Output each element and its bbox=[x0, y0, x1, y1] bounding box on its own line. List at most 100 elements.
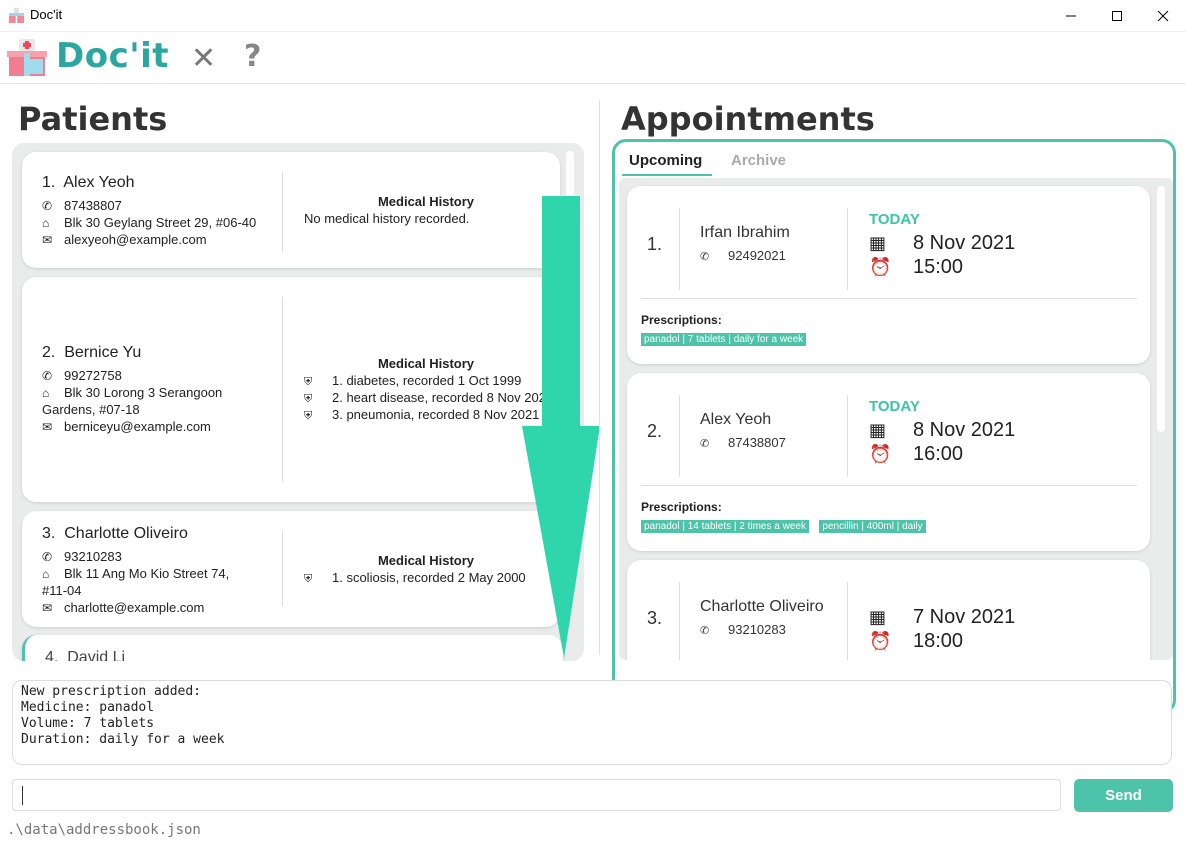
shield-icon: ⛨ bbox=[304, 573, 313, 585]
prescription-chip: pencillin | 400ml | daily bbox=[819, 520, 926, 533]
patient-name: 3. Charlotte Oliveiro bbox=[42, 525, 188, 542]
close-window-button[interactable] bbox=[1140, 0, 1186, 31]
patient-address: ⌂ Blk 11 Ang Mo Kio Street 74, bbox=[42, 566, 230, 581]
prescription-chip: panadol | 7 tablets | daily for a week bbox=[641, 333, 807, 346]
card-divider bbox=[679, 395, 680, 477]
tab-upcoming[interactable]: Upcoming bbox=[629, 152, 702, 169]
close-icon bbox=[1157, 10, 1169, 21]
shield-icon: ⛨ bbox=[304, 393, 313, 405]
phone-icon: ✆ bbox=[700, 251, 710, 263]
patient-card[interactable]: 3. Charlotte Oliveiro ✆ 93210283 ⌂ Blk 11 … bbox=[22, 511, 560, 627]
medical-history-title: Medical History bbox=[377, 553, 475, 568]
appointment-date: ▦ 8 Nov 2021 bbox=[869, 419, 1016, 441]
appointment-phone: ✆ 92492021 bbox=[700, 248, 786, 263]
app-icon bbox=[9, 8, 24, 23]
window-title: Doc'it bbox=[30, 7, 63, 22]
home-icon: ⌂ bbox=[42, 386, 50, 400]
card-divider bbox=[641, 485, 1137, 486]
maximize-button[interactable] bbox=[1094, 0, 1140, 31]
appointment-list-scrollbar[interactable] bbox=[1157, 186, 1165, 432]
medical-history-item: ⛨ 1. diabetes, recorded 1 Oct 1999 bbox=[304, 373, 522, 388]
appointment-phone: ✆ 87438807 bbox=[700, 435, 786, 450]
patient-phone: ✆ 99272758 bbox=[42, 368, 122, 383]
alarm-clock-icon: ⏰ bbox=[869, 444, 892, 464]
email-icon: ✉ bbox=[42, 420, 53, 434]
medical-history-item: ⛨ 2. heart disease, recorded 8 Nov 2021 bbox=[304, 390, 554, 405]
appointment-card[interactable]: 1. Irfan Ibrahim ✆ 92492021 TODAY ▦ 8 Nov … bbox=[627, 186, 1150, 364]
patient-address: ⌂ Blk 30 Lorong 3 Serangoon bbox=[42, 385, 223, 400]
toolbar: Doc'it ✕ ? bbox=[0, 31, 1186, 84]
patient-card[interactable]: 2. Bernice Yu ✆ 99272758 ⌂ Blk 30 Lorong 3… bbox=[22, 277, 560, 502]
patient-name: 1. Alex Yeoh bbox=[42, 174, 135, 191]
email-icon: ✉ bbox=[42, 601, 53, 615]
text-cursor bbox=[22, 786, 23, 805]
appointment-card[interactable]: 2. Alex Yeoh ✆ 87438807 TODAY ▦ 8 Nov 2021… bbox=[627, 373, 1150, 551]
medical-history-title: Medical History bbox=[377, 356, 475, 371]
status-bar-file-path: .\data\addressbook.json bbox=[7, 822, 201, 838]
phone-icon: ✆ bbox=[42, 550, 53, 564]
patient-card[interactable]: 1. Alex Yeoh ✆ 87438807 ⌂ Blk 30 Geylang S… bbox=[22, 152, 560, 268]
appointment-phone: ✆ 93210283 bbox=[700, 622, 786, 637]
phone-icon: ✆ bbox=[42, 199, 53, 213]
result-text: New prescription added: Medicine: panado… bbox=[21, 684, 225, 747]
medical-history-item: ⛨ 1. scoliosis, recorded 2 May 2000 bbox=[304, 570, 526, 585]
patient-email: ✉ charlotte@example.com bbox=[42, 600, 205, 615]
prescriptions-title: Prescriptions: bbox=[641, 500, 722, 514]
appointments-title: Appointments bbox=[621, 100, 875, 138]
appointment-list[interactable]: 1. Irfan Ibrahim ✆ 92492021 TODAY ▦ 8 Nov … bbox=[619, 178, 1173, 660]
medical-history-title: Medical History bbox=[377, 194, 475, 209]
logo-icon bbox=[7, 39, 47, 76]
card-divider bbox=[847, 208, 848, 290]
calendar-icon: ▦ bbox=[869, 607, 887, 627]
prescription-list: panadol | 7 tablets | daily for a week bbox=[641, 329, 812, 347]
card-divider bbox=[679, 208, 680, 290]
minimize-icon bbox=[1066, 15, 1076, 16]
card-divider bbox=[847, 395, 848, 477]
medical-history-empty: No medical history recorded. bbox=[304, 211, 470, 226]
calendar-icon: ▦ bbox=[869, 420, 887, 440]
appointment-card[interactable]: 3. Charlotte Oliveiro ✆ 93210283 ▦ 7 Nov 2… bbox=[627, 560, 1150, 660]
patient-name: 4. David Li bbox=[45, 649, 126, 661]
card-divider bbox=[282, 172, 283, 252]
card-divider bbox=[282, 531, 283, 606]
appointment-date: ▦ 8 Nov 2021 bbox=[869, 232, 1016, 254]
appointment-patient-name: Charlotte Oliveiro bbox=[700, 598, 824, 615]
patient-list[interactable]: 1. Alex Yeoh ✆ 87438807 ⌂ Blk 30 Geylang S… bbox=[12, 143, 584, 661]
appointment-patient-name: Alex Yeoh bbox=[700, 411, 772, 428]
alarm-clock-icon: ⏰ bbox=[869, 631, 892, 651]
phone-icon: ✆ bbox=[700, 438, 710, 450]
exit-button[interactable]: ✕ bbox=[191, 41, 216, 76]
appointment-patient-name: Irfan Ibrahim bbox=[700, 224, 790, 241]
today-badge: TODAY bbox=[869, 398, 920, 415]
patient-card[interactable]: 4. David Li bbox=[22, 635, 563, 661]
phone-icon: ✆ bbox=[700, 625, 710, 637]
patient-address-cont: #11-04 bbox=[42, 583, 82, 598]
appointment-time: ⏰ 18:00 bbox=[869, 630, 964, 652]
prescription-chip: panadol | 14 tablets | 2 times a week bbox=[641, 520, 809, 533]
patient-phone: ✆ 87438807 bbox=[42, 198, 122, 213]
tab-archive[interactable]: Archive bbox=[731, 152, 786, 169]
patients-title: Patients bbox=[18, 100, 168, 138]
help-button[interactable]: ? bbox=[244, 39, 261, 74]
appointment-index: 1. bbox=[647, 234, 663, 254]
title-bar: Doc'it bbox=[0, 0, 1186, 32]
appointment-index: 3. bbox=[647, 608, 663, 628]
patient-phone: ✆ 93210283 bbox=[42, 549, 122, 564]
home-icon: ⌂ bbox=[42, 567, 50, 581]
phone-icon: ✆ bbox=[42, 369, 53, 383]
maximize-icon bbox=[1112, 10, 1122, 21]
panel-separator bbox=[599, 100, 600, 655]
medical-history-item: ⛨ 3. pneumonia, recorded 8 Nov 2021 bbox=[304, 407, 540, 422]
tab-underline bbox=[622, 174, 712, 176]
command-input[interactable] bbox=[12, 779, 1061, 811]
card-divider bbox=[847, 582, 848, 660]
today-badge: TODAY bbox=[869, 211, 920, 228]
shield-icon: ⛨ bbox=[304, 376, 313, 388]
appointment-date: ▦ 7 Nov 2021 bbox=[869, 606, 1016, 628]
minimize-button[interactable] bbox=[1048, 0, 1094, 31]
alarm-clock-icon: ⏰ bbox=[869, 257, 892, 277]
patient-address-cont: Gardens, #07-18 bbox=[42, 402, 140, 417]
result-display: New prescription added: Medicine: panado… bbox=[12, 680, 1172, 765]
calendar-icon: ▦ bbox=[869, 233, 887, 253]
send-button[interactable]: Send bbox=[1074, 779, 1173, 812]
